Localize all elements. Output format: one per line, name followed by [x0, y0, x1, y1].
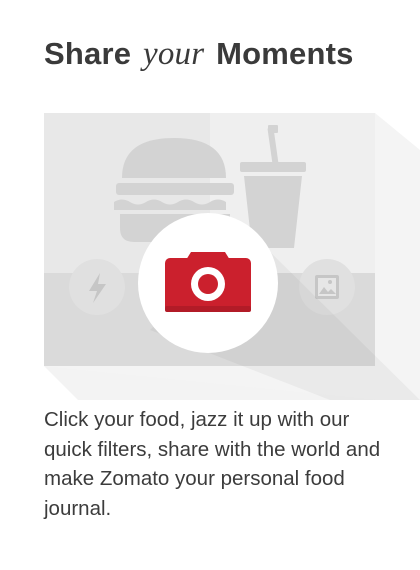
- description-text: Click your food, jazz it up with our qui…: [44, 408, 381, 520]
- camera-icon: [165, 252, 251, 312]
- hero-illustration: [44, 113, 420, 400]
- gallery-icon: [315, 275, 339, 299]
- flash-button[interactable]: [69, 259, 125, 315]
